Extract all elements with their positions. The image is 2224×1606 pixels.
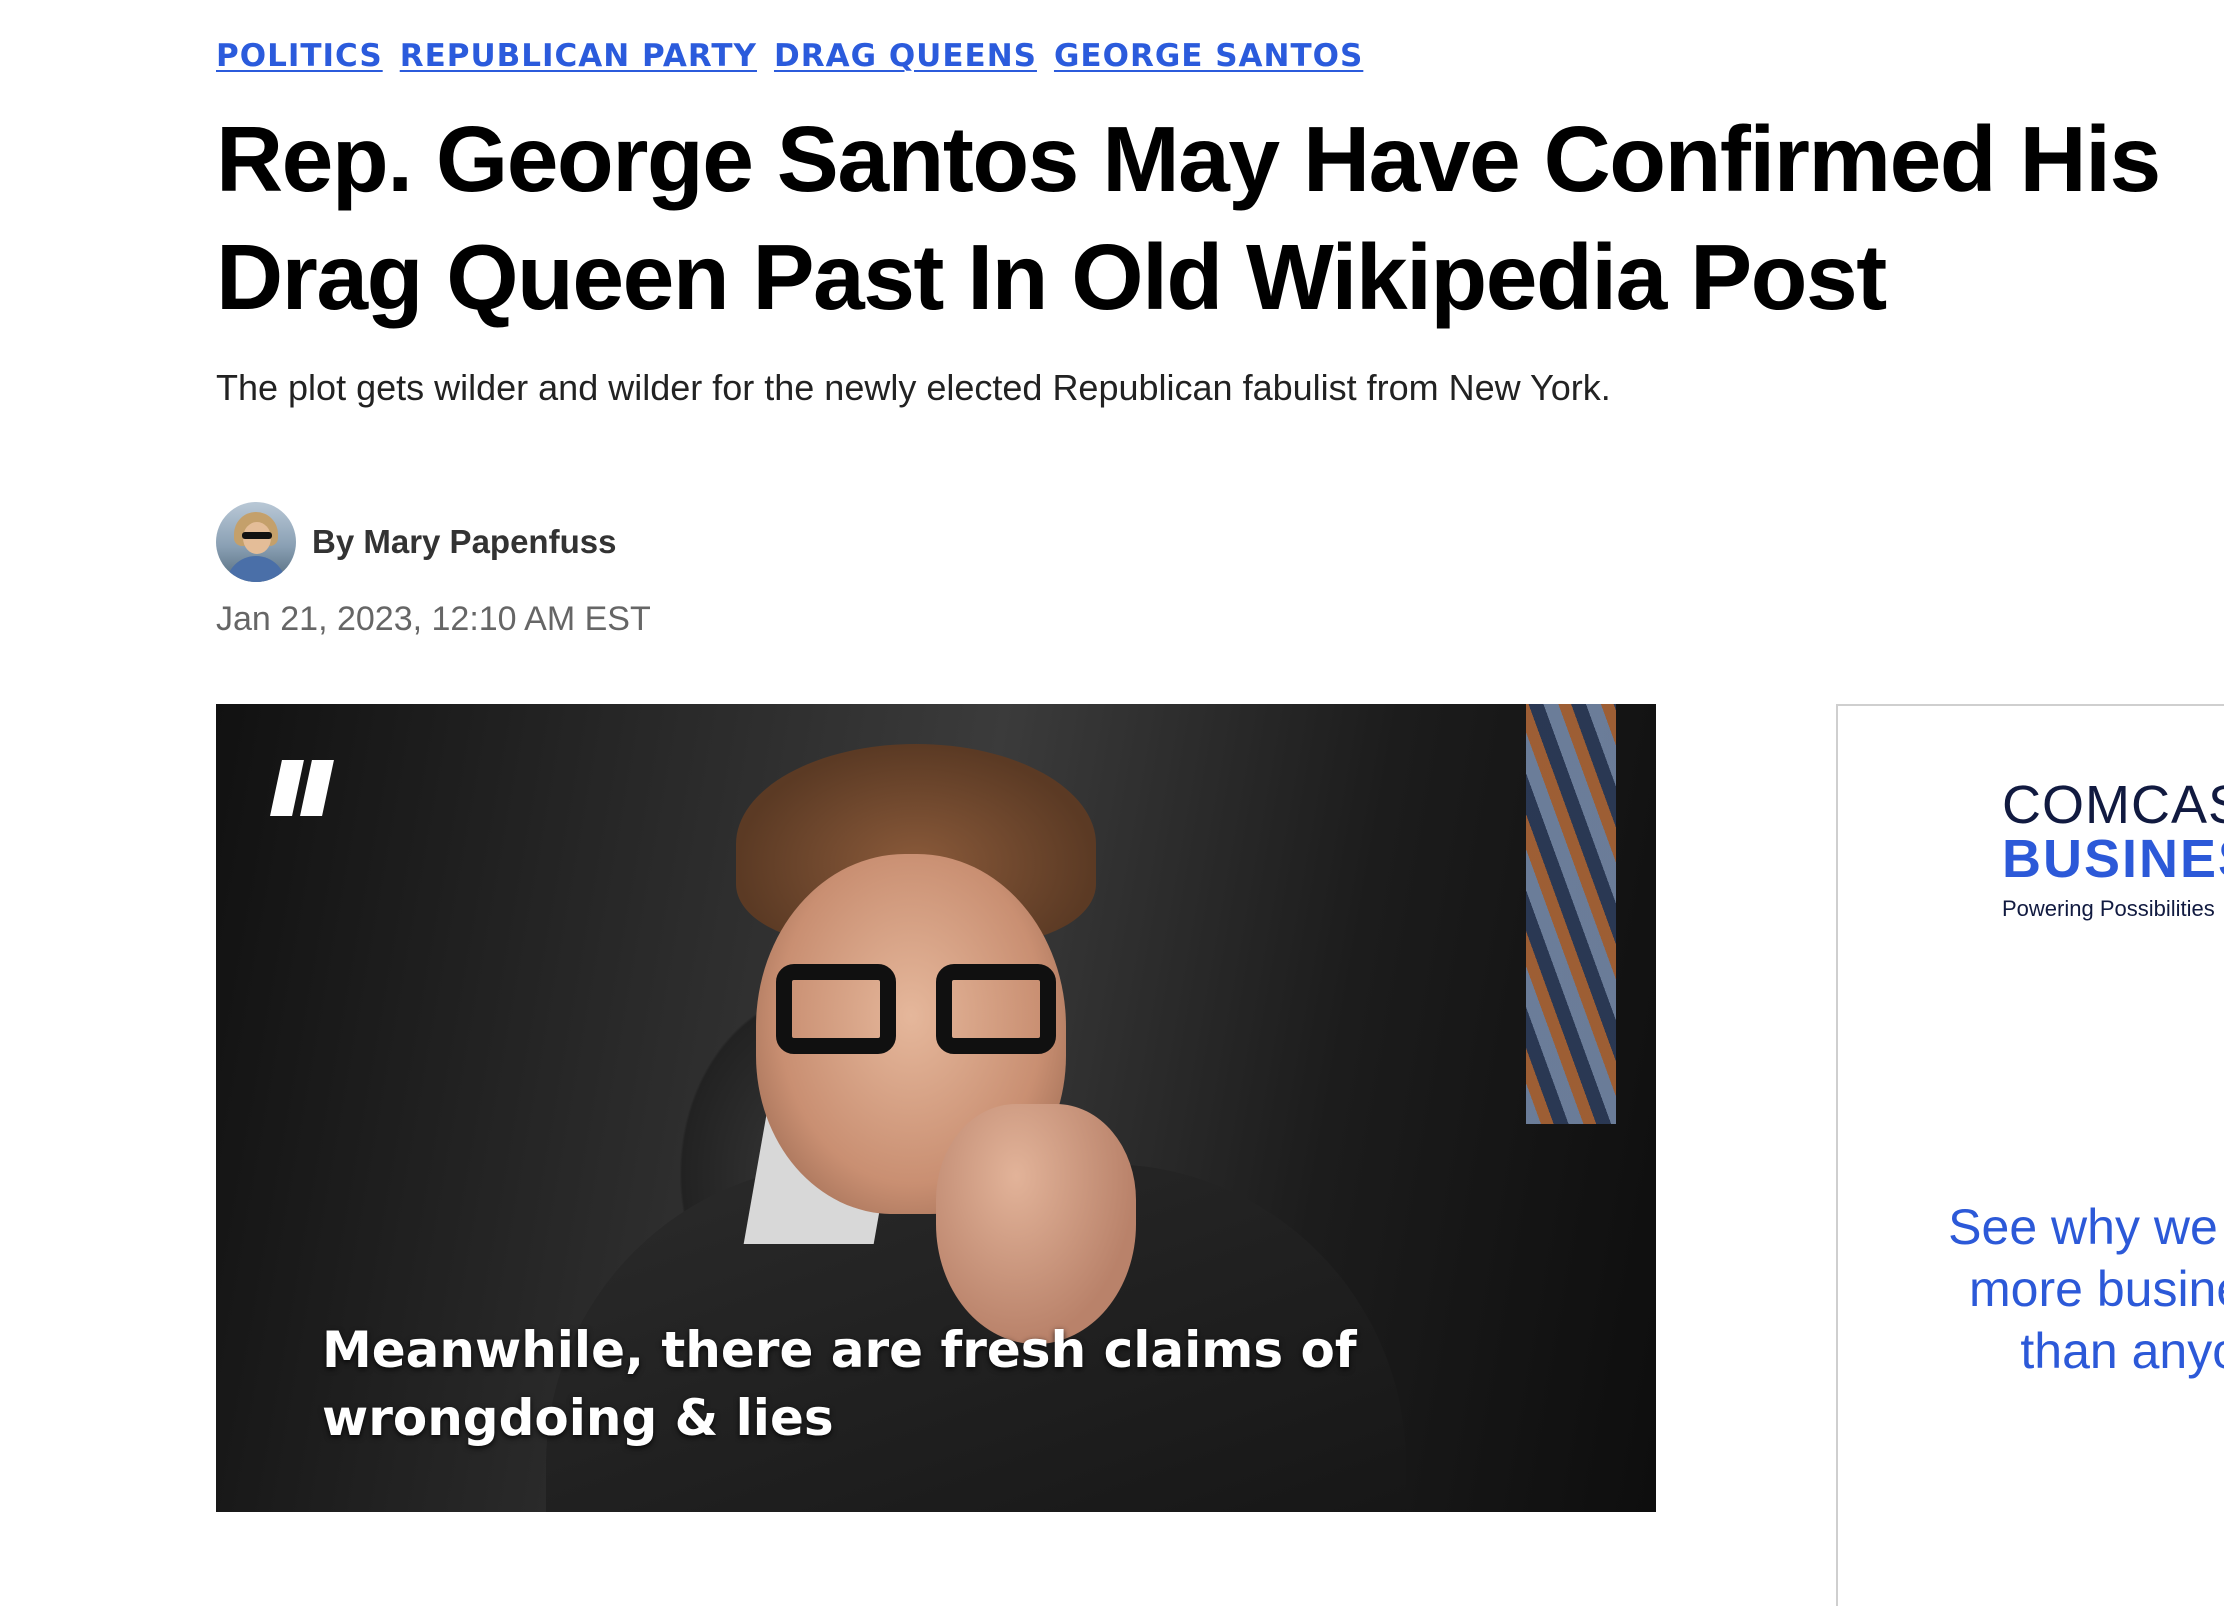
tag-drag-queens[interactable]: DRAG QUEENS <box>774 38 1037 74</box>
author-byline[interactable]: By Mary Papenfuss <box>312 523 616 561</box>
ad-brand-line-1: COMCAST <box>2002 775 2224 835</box>
topic-tags: POLITICS REPUBLICAN PARTY DRAG QUEENS GE… <box>216 38 1363 74</box>
tag-politics[interactable]: POLITICS <box>216 38 383 74</box>
article-headline: Rep. George Santos May Have Confirmed Hi… <box>216 100 2196 336</box>
ad-tagline: Powering Possibilities <box>2002 896 2215 921</box>
huffpost-logo-icon <box>270 760 334 816</box>
caption-line-2: wrongdoing & lies <box>322 1389 834 1447</box>
headline-line-2: Drag Queen Past In Old Wikipedia Post <box>216 225 1887 329</box>
ad-pitch: See why we power more businesses than an… <box>1898 1196 2224 1382</box>
video-caption: Meanwhile, there are fresh claims of wro… <box>322 1316 1357 1452</box>
headline-line-1: Rep. George Santos May Have Confirmed Hi… <box>216 107 2161 211</box>
ad-pitch-line-2: more businesses <box>1969 1261 2224 1317</box>
glasses <box>776 964 1076 1074</box>
author-avatar[interactable] <box>216 502 296 582</box>
publish-timestamp: Jan 21, 2023, 12:10 AM EST <box>216 600 651 638</box>
article-dek: The plot gets wilder and wilder for the … <box>216 367 1611 408</box>
video-subject-hand <box>936 1104 1136 1344</box>
tag-george-santos[interactable]: GEORGE SANTOS <box>1054 38 1363 74</box>
tag-republican-party[interactable]: REPUBLICAN PARTY <box>400 38 757 74</box>
ad-brand-line-2: BUSINESS <box>2002 829 2224 889</box>
caption-line-1: Meanwhile, there are fresh claims of <box>322 1321 1357 1379</box>
ad-pitch-line-1: See why we power <box>1948 1199 2224 1255</box>
sidebar-ad[interactable]: COMCAST BUSINESS Powering Possibilities … <box>1836 704 2224 1606</box>
background-figure <box>1526 704 1616 1124</box>
ad-pitch-line-3: than anyone <box>2020 1323 2224 1379</box>
byline-row: By Mary Papenfuss <box>216 502 616 582</box>
video-player[interactable]: Meanwhile, there are fresh claims of wro… <box>216 704 1656 1512</box>
